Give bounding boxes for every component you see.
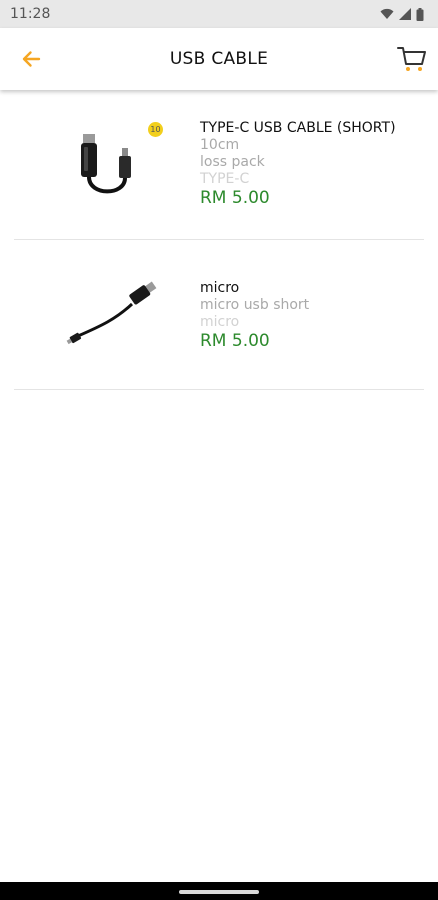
product-description-line: 10cm [200,137,240,153]
product-category: TYPE-C [200,171,250,187]
list-item[interactable]: 10 TYPE-C USB CABLE (SHORT) 10cm loss pa… [14,90,424,240]
product-list: 10 TYPE-C USB CABLE (SHORT) 10cm loss pa… [0,90,438,390]
arrow-left-icon[interactable] [18,46,44,72]
status-icons [380,7,424,21]
product-info: TYPE-C USB CABLE (SHORT) 10cm loss pack … [200,120,396,208]
app-bar: USB CABLE [0,28,438,90]
cart-qty-badge: 10 [148,122,163,137]
status-bar: 11:28 [0,0,438,28]
product-name: TYPE-C USB CABLE (SHORT) [200,120,396,136]
wifi-icon [380,8,394,19]
system-nav-bar [0,882,438,900]
signal-icon [399,8,411,20]
battery-icon [416,7,424,21]
product-info: micro micro usb short micro RM 5.00 [200,280,309,351]
page-title: USB CABLE [169,49,269,69]
product-description-line: loss pack [200,154,265,170]
product-image-micro-cable [66,281,157,345]
product-price: RM 5.00 [200,188,270,208]
product-name: micro [200,280,240,296]
status-time: 11:28 [10,6,51,22]
product-price: RM 5.00 [200,331,270,351]
cart-icon[interactable] [396,42,428,74]
list-item[interactable]: micro micro usb short micro RM 5.00 [14,240,424,390]
product-description-line: micro usb short [200,297,310,313]
product-category: micro [200,314,240,330]
home-gesture-handle[interactable] [179,890,259,894]
